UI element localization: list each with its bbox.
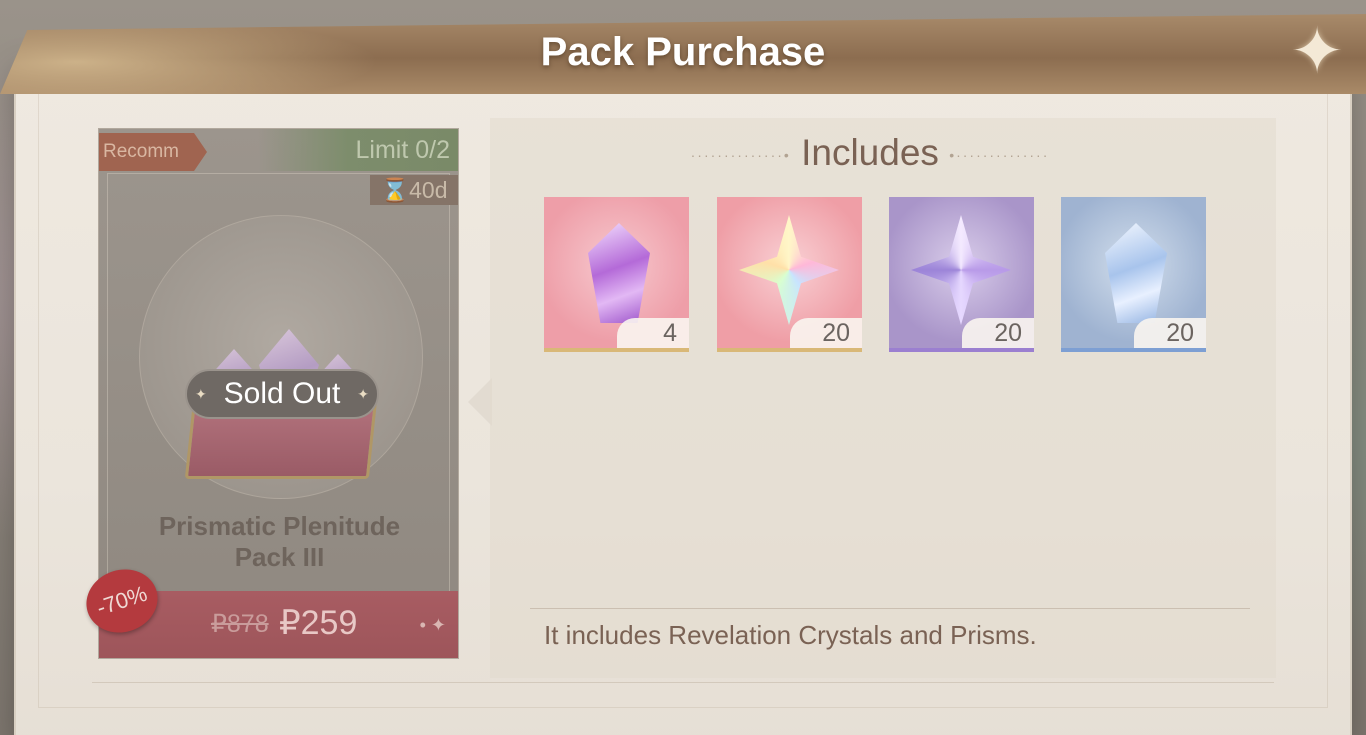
close-star-icon[interactable]: ✦ (1282, 16, 1352, 86)
pack-name: Prismatic Plenitude Pack III (99, 511, 458, 573)
purchase-limit-badge: Limit 0/2 (258, 129, 458, 171)
item-quantity: 20 (1134, 318, 1206, 348)
item-quantity: 20 (962, 318, 1034, 348)
includes-panel: ··············• Includes •··············… (490, 118, 1276, 678)
prism-rainbow-icon (739, 215, 839, 325)
sold-out-badge: ✦ Sold Out ✦ (185, 369, 379, 419)
includes-heading: ··············• Includes •·············· (690, 132, 1050, 173)
bottom-divider (92, 682, 1274, 683)
dialog-title: Pack Purchase (540, 30, 826, 74)
pack-name-line-2: Pack III (234, 542, 325, 572)
prism-blue-icon (1105, 223, 1167, 323)
reward-item-4[interactable]: 20 (1061, 197, 1206, 352)
description-divider (530, 608, 1250, 609)
item-quantity: 4 (617, 318, 689, 348)
sold-out-label: Sold Out (223, 377, 341, 410)
reward-item-1[interactable]: 4 (544, 197, 689, 352)
reward-item-3[interactable]: 20 (889, 197, 1034, 352)
revelation-crystal-icon (588, 223, 650, 323)
item-quantity: 20 (790, 318, 862, 348)
pack-card[interactable]: Limit 0/2 Recomm ⌛40d ✦ Sold Out ✦ Prism… (98, 128, 459, 659)
pack-description: It includes Revelation Crystals and Pris… (544, 620, 1037, 650)
includes-title: Includes (801, 132, 939, 173)
sale-price: ₽259 (279, 604, 358, 642)
prism-purple-icon (911, 215, 1011, 325)
time-remaining-badge: ⌛40d (370, 175, 458, 205)
sparkle-icon: • ✦ (419, 615, 446, 635)
reward-item-2[interactable]: 20 (717, 197, 862, 352)
pack-name-line-1: Prismatic Plenitude (158, 511, 401, 541)
recommended-tag: Recomm (99, 133, 207, 171)
original-price: ₽878 (211, 610, 269, 638)
